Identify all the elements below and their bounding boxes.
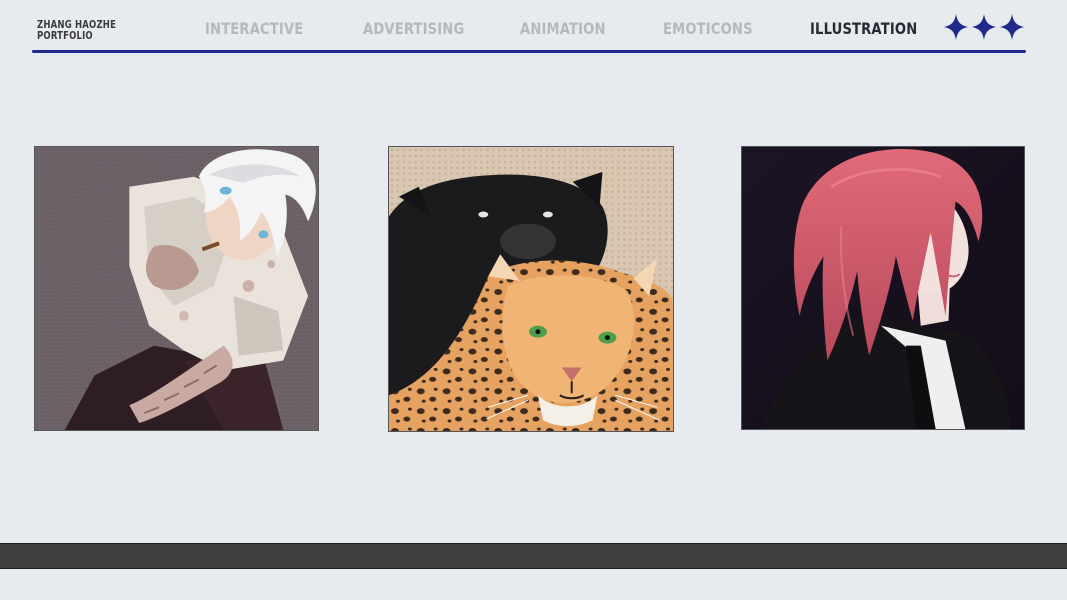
white-haired-figure-illustration — [35, 147, 318, 430]
main-nav: INTERACTIVE ADVERTISING ANIMATION EMOTIC… — [0, 19, 1067, 39]
four-point-star-icon — [944, 14, 968, 40]
header-divider — [32, 50, 1026, 53]
four-point-star-icon — [1000, 14, 1024, 40]
panther-and-jaguar-illustration — [389, 147, 673, 431]
nav-item-animation[interactable]: ANIMATION — [520, 19, 606, 38]
artwork-thumbnail-1[interactable] — [34, 146, 319, 431]
nav-item-advertising[interactable]: ADVERTISING — [363, 19, 464, 38]
nav-item-illustration[interactable]: ILLUSTRATION — [810, 19, 917, 38]
portfolio-page: ZHANG HAOZHE PORTFOLIO INTERACTIVE ADVER… — [0, 0, 1067, 600]
artwork-thumbnail-2[interactable] — [388, 146, 674, 432]
artwork-thumbnail-3[interactable] — [741, 146, 1025, 430]
footer-bar — [0, 543, 1067, 569]
nav-item-interactive[interactable]: INTERACTIVE — [205, 19, 303, 38]
red-haired-girl-illustration — [742, 147, 1024, 429]
four-point-star-icon — [972, 14, 996, 40]
nav-item-emoticons[interactable]: EMOTICONS — [663, 19, 753, 38]
decorative-stars — [943, 13, 1025, 41]
